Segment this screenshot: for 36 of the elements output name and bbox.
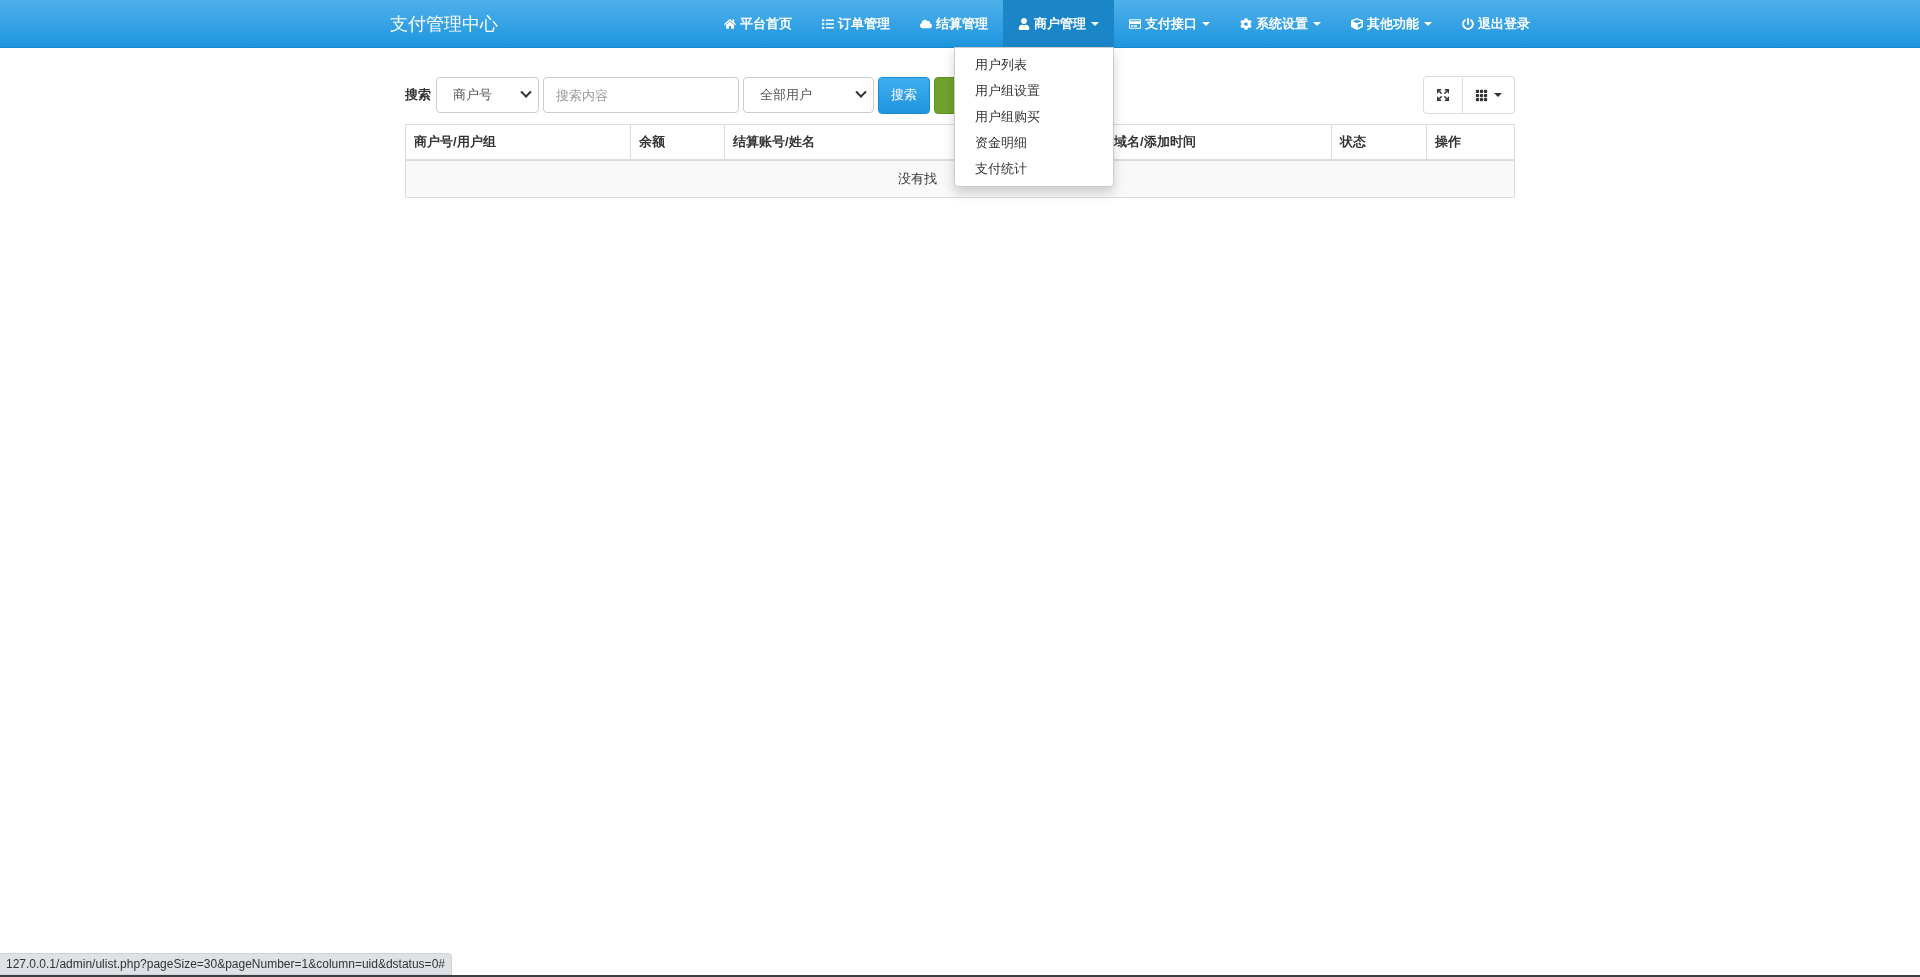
grid-icon [1475, 88, 1488, 102]
nav-item[interactable]: 订单管理 [807, 0, 905, 47]
search-label: 搜索 [405, 86, 431, 104]
column-header: 状态 [1331, 125, 1426, 159]
list-icon [822, 17, 834, 30]
columns-button[interactable] [1463, 76, 1515, 114]
nav-item[interactable]: 退出登录 [1447, 0, 1545, 47]
field-select[interactable]: 商户号 [436, 77, 539, 113]
user-filter-select[interactable]: 全部用户 [743, 77, 874, 113]
cloud-icon [920, 17, 932, 30]
column-header: 余额 [630, 125, 724, 159]
menu-item[interactable]: 支付统计 [955, 156, 1113, 182]
nav-item[interactable]: 商户管理 [1003, 0, 1114, 47]
user-icon [1018, 17, 1030, 30]
search-button[interactable]: 搜索 [878, 76, 930, 114]
expand-icon [1436, 88, 1450, 102]
empty-message: 没有找 [898, 170, 937, 188]
status-bar: 127.0.0.1/admin/ulist.php?pageSize=30&pageNumber=1&column=uid&dstatus=0# [0, 953, 452, 975]
nav-item[interactable]: 平台首页 [709, 0, 807, 47]
menu-item[interactable]: 用户组设置 [955, 78, 1113, 104]
nav-item[interactable]: 结算管理 [905, 0, 1003, 47]
power-icon [1462, 17, 1474, 30]
menu-item[interactable]: 用户列表 [955, 52, 1113, 78]
cube-icon [1351, 17, 1363, 30]
search-field[interactable]: 搜索内容 [543, 77, 739, 113]
brand-title: 支付管理中心 [390, 12, 498, 36]
home-icon [724, 17, 736, 30]
caret-icon [1494, 93, 1502, 97]
nav-item[interactable]: 其他功能 [1336, 0, 1447, 47]
column-header: 商户号/用户组 [413, 133, 497, 151]
fullscreen-button[interactable] [1423, 76, 1463, 114]
nav-item[interactable]: 支付接口 [1114, 0, 1225, 47]
card-icon [1129, 17, 1141, 30]
gear-icon [1240, 17, 1252, 30]
nav-item[interactable]: 系统设置 [1225, 0, 1336, 47]
column-header: 操作 [1426, 125, 1514, 159]
